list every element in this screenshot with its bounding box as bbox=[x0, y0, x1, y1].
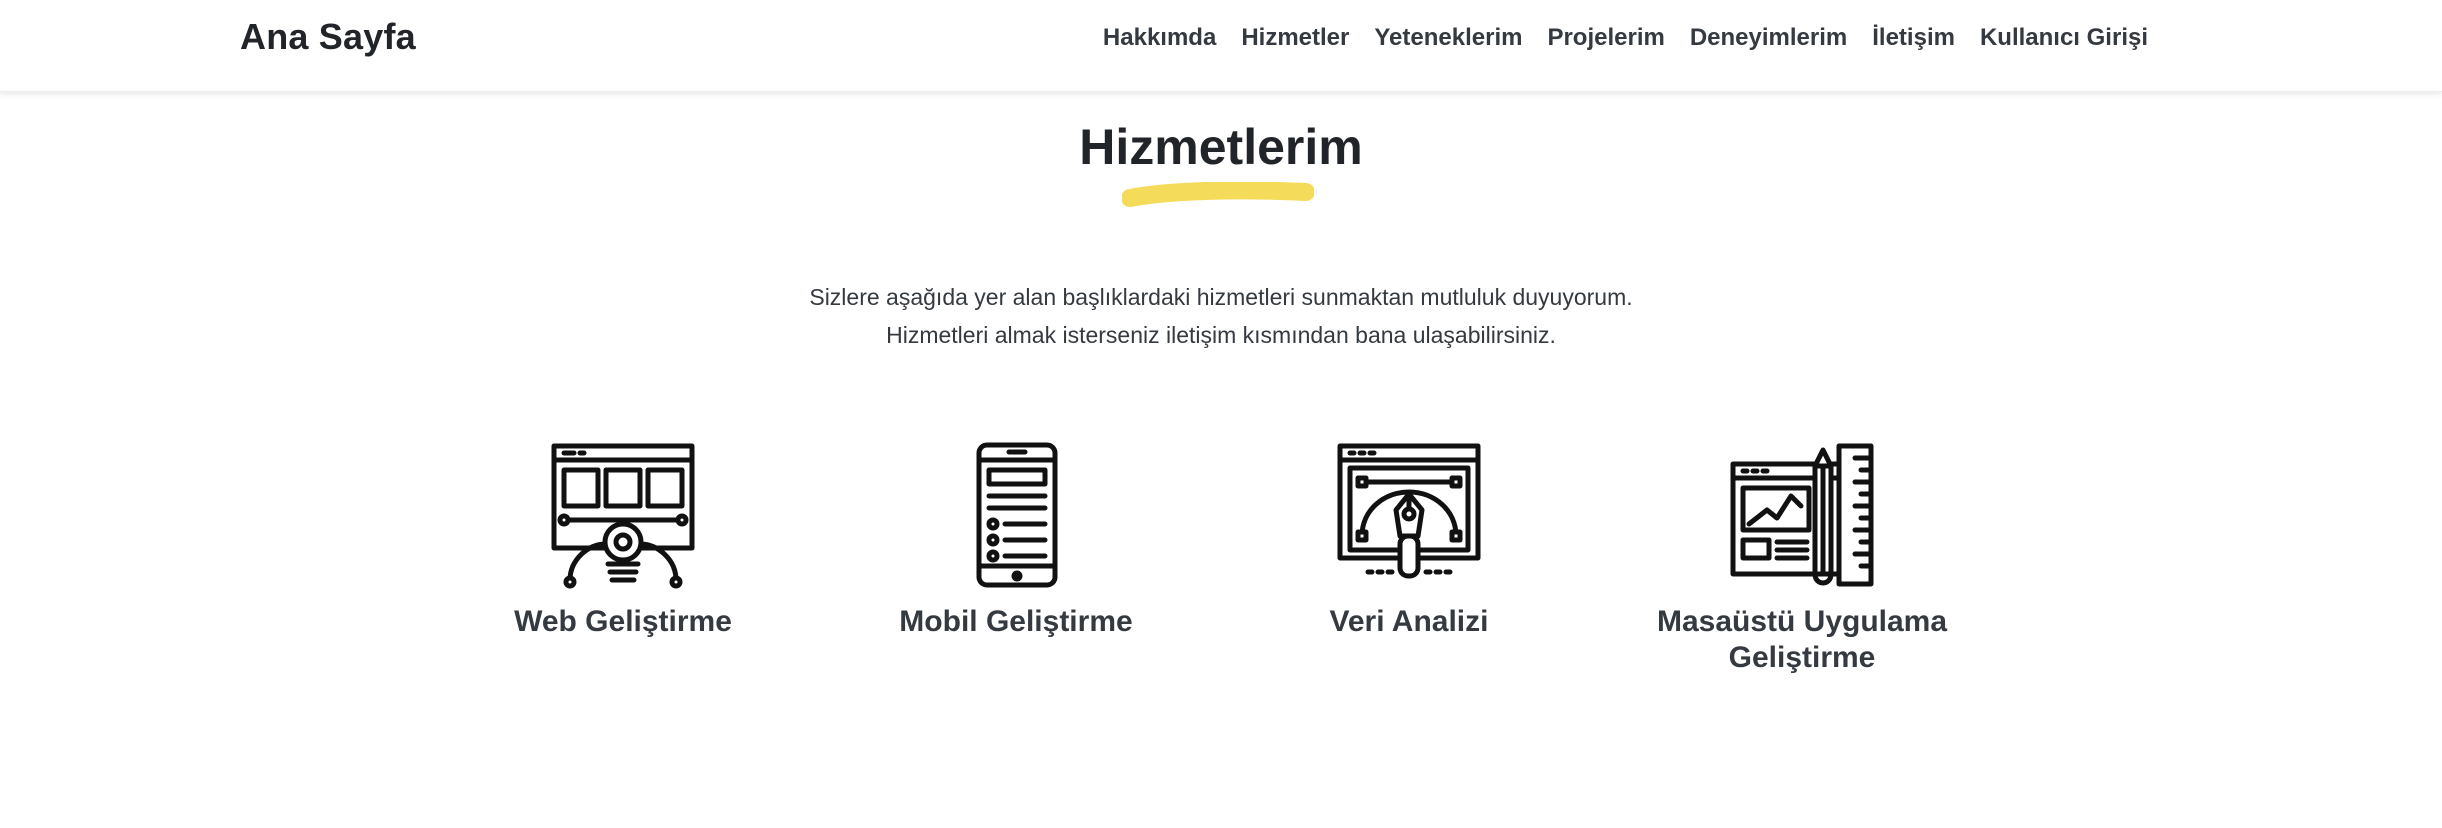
services-list: Web Geliştirme Mobil Geliştirme Veri Ana… bbox=[0, 440, 2442, 720]
mobile-app-icon bbox=[976, 442, 1058, 588]
nav-link-hakkimda[interactable]: Hakkımda bbox=[1103, 24, 1216, 51]
service-card-data: Veri Analizi bbox=[1229, 440, 1589, 640]
lead-line-2: Hizmetleri almak isterseniz iletişim kıs… bbox=[886, 322, 1556, 348]
service-title-line-2: Geliştirme bbox=[1728, 641, 1876, 674]
service-title: Veri Analizi bbox=[1329, 605, 1489, 638]
service-card-mobile: Mobil Geliştirme bbox=[836, 440, 1196, 640]
web-design-icon bbox=[551, 443, 695, 589]
nav-link-iletisim[interactable]: İletişim bbox=[1872, 24, 1955, 51]
nav-link-hizmetler[interactable]: Hizmetler bbox=[1241, 24, 1349, 51]
nav-item: İletişim bbox=[1872, 24, 1955, 52]
service-title: Masaüstü Uygulama Geliştirme bbox=[1622, 604, 1982, 676]
nav-menu: Hakkımda Hizmetler Yeteneklerim Projeler… bbox=[1103, 24, 2148, 52]
service-title: Web Geliştirme bbox=[514, 605, 732, 638]
nav-item: Yeteneklerim bbox=[1374, 24, 1522, 52]
nav-link-kullanici-girisi[interactable]: Kullanıcı Girişi bbox=[1980, 24, 2148, 51]
service-card-desktop: Masaüstü Uygulama Geliştirme bbox=[1622, 440, 1982, 676]
section-title: Hizmetlerim bbox=[1079, 119, 1363, 175]
desktop-design-tools-icon bbox=[1730, 443, 1874, 587]
nav-link-deneyimlerim[interactable]: Deneyimlerim bbox=[1690, 24, 1847, 51]
nav-link-yeteneklerim[interactable]: Yeteneklerim bbox=[1374, 24, 1522, 51]
nav-link-projelerim[interactable]: Projelerim bbox=[1547, 24, 1664, 51]
section-lead-text: Sizlere aşağıda yer alan başlıklardaki h… bbox=[0, 278, 2442, 354]
nav-item: Deneyimlerim bbox=[1690, 24, 1847, 52]
nav-item: Kullanıcı Girişi bbox=[1980, 24, 2148, 52]
brand-home-link[interactable]: Ana Sayfa bbox=[240, 16, 416, 58]
nav-item: Hakkımda bbox=[1103, 24, 1216, 52]
service-title-line-1: Masaüstü Uygulama bbox=[1656, 605, 1948, 638]
service-title: Mobil Geliştirme bbox=[899, 605, 1133, 638]
nav-item: Hizmetler bbox=[1241, 24, 1349, 52]
nav-item: Projelerim bbox=[1547, 24, 1664, 52]
title-highlight-underline bbox=[1122, 182, 1314, 207]
vector-pen-icon bbox=[1337, 443, 1481, 579]
service-card-web: Web Geliştirme bbox=[443, 440, 803, 640]
lead-line-1: Sizlere aşağıda yer alan başlıklardaki h… bbox=[809, 284, 1633, 310]
top-navbar: Ana Sayfa Hakkımda Hizmetler Yetenekleri… bbox=[0, 0, 2442, 92]
